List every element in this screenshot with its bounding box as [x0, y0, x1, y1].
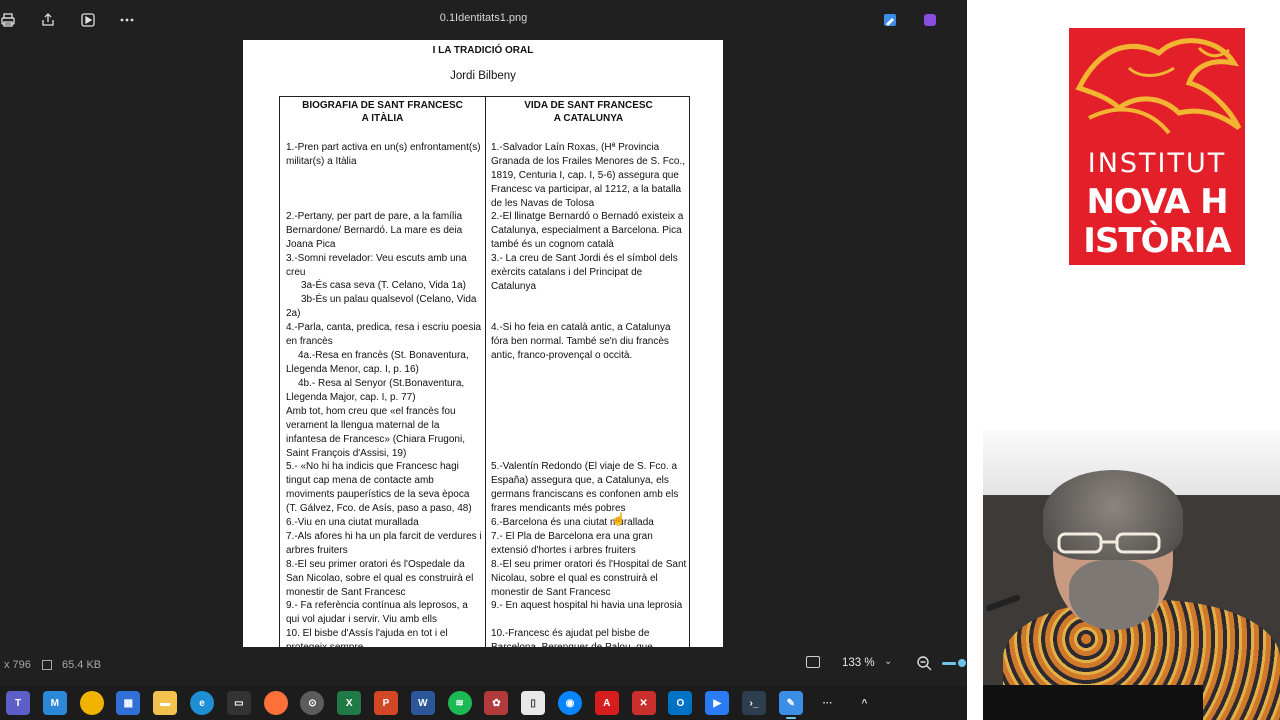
table-cell: 9.- En aquest hospital hi havia una lepr…	[491, 600, 683, 611]
teams-icon[interactable]: T	[6, 691, 30, 715]
column-header-italy-line2: A ITÀLIA	[361, 113, 404, 124]
table-cell: 5.- «No hi ha indicis que Francesc hagi …	[286, 461, 472, 514]
table-cell: 10. El bisbe d'Assís l'ajuda en tot i el…	[286, 628, 448, 647]
institut-nova-historia-logo: INSTITUT NOVA H ISTÒRIA	[1069, 28, 1245, 265]
word-icon[interactable]: W	[410, 691, 435, 715]
table-cell: 3.- La creu de Sant Jordi és el símbol d…	[491, 253, 678, 292]
presenter-beard	[1069, 560, 1159, 630]
logo-text-line1: INSTITUT	[1087, 148, 1227, 179]
pdf-icon[interactable]: ✕	[631, 691, 656, 715]
table-cell: 4.-Parla, canta, predica, resa i escriu …	[286, 322, 482, 347]
table-cell: 10.-Francesc és ajudat pel bisbe de Barc…	[491, 628, 653, 647]
more-apps-icon[interactable]: ···	[815, 691, 840, 715]
table-cell: 7.- El Pla de Barcelona era una gran ext…	[491, 531, 653, 556]
edit-image-icon[interactable]	[880, 10, 900, 30]
table-cell: 6.-Viu en una ciutat murallada	[286, 517, 419, 528]
column-header-italy: BIOGRAFIA DE SANT FRANCESC A ITÀLIA	[280, 99, 485, 125]
table-cell: 4.-Si ho feia en català antic, a Catalun…	[491, 322, 671, 361]
table-cell: 5.-Valentín Redondo (El viaje de S. Fco.…	[491, 461, 679, 514]
logo-text-line2: NOVA H	[1086, 182, 1228, 222]
table-cell: Amb tot, hom creu que «el francès fou ve…	[286, 406, 465, 459]
presenter-panel: INSTITUT NOVA H ISTÒRIA	[967, 0, 1280, 720]
table-cell: 1.-Salvador Laín Roxas, (Hª Provincia Gr…	[491, 142, 685, 209]
outlook-icon[interactable]: O	[668, 691, 693, 715]
taskbar: T M ▦ ▬ e ▭ ⊙ X P W ≋ ✿ ▯ ◉ A ✕ O ▶ ›_ ✎ ··· ^	[0, 686, 967, 720]
status-bar: x 796 65.4 KB	[0, 650, 967, 678]
document-image: I LA TRADICIÓ ORAL Jordi Bilbeny BIOGRAF…	[243, 40, 723, 647]
file-size: 65.4 KB	[62, 659, 102, 671]
laptop	[983, 685, 1203, 720]
column-header-italy-line1: BIOGRAFIA DE SANT FRANCESC	[302, 100, 463, 111]
table-cell: 2.-Pertany, per part de pare, a la famíl…	[286, 211, 463, 250]
zoom-level[interactable]: 133 %	[842, 657, 875, 669]
tray-chevron-icon[interactable]: ^	[852, 691, 877, 715]
notepad-icon[interactable]: ▯	[521, 691, 546, 715]
spotify-icon[interactable]: ≋	[447, 691, 472, 715]
zoom-out-icon[interactable]	[916, 655, 932, 671]
tool-icon[interactable]: ✿	[484, 691, 509, 715]
files-icon[interactable]: ▬	[153, 691, 178, 715]
vpn-icon[interactable]: ⊙	[300, 691, 325, 715]
clipchamp-icon[interactable]	[920, 10, 940, 30]
powershell-icon[interactable]: ›_	[742, 691, 766, 715]
column-header-catalonia-line2: A CATALUNYA	[553, 113, 624, 124]
table-cell: 2.-El llinatge Bernardó o Bernadó existe…	[491, 211, 684, 250]
image-viewer-window: 0.1Identitats1.png I LA TRADICIÓ ORAL Jo…	[0, 0, 968, 686]
firefox-icon[interactable]	[263, 691, 288, 715]
terminal-icon[interactable]: ▭	[226, 691, 251, 715]
acrobat-icon[interactable]: A	[594, 691, 619, 715]
column-header-catalonia: VIDA DE SANT FRANCESC A CATALUNYA	[486, 99, 691, 125]
table-cell: 8.-El seu primer oratori és l'Ospedale d…	[286, 559, 474, 598]
powerpoint-icon[interactable]: P	[374, 691, 398, 715]
comparison-table: BIOGRAFIA DE SANT FRANCESC A ITÀLIA VIDA…	[279, 96, 690, 647]
app-icon[interactable]: ◉	[558, 691, 582, 715]
table-cell: 3a-És casa seva (T. Celano, Vida 1a)	[301, 280, 466, 291]
fit-to-window-icon[interactable]	[806, 656, 820, 668]
edge-icon[interactable]: e	[190, 691, 214, 715]
table-cell: 3b-És un palau qualsevol (Celano, Vida 2…	[286, 294, 477, 319]
document-heading: I LA TRADICIÓ ORAL	[432, 45, 534, 56]
chevron-down-icon[interactable]: ⌄	[884, 656, 892, 667]
table-cell: 9.- Fa referència contínua als leprosos,…	[286, 600, 468, 625]
column-divider	[485, 97, 486, 647]
play-icon[interactable]: ▶	[705, 691, 730, 715]
table-cell: 3.-Somni revelador: Veu escuts amb una c…	[286, 253, 467, 278]
column-header-catalonia-line1: VIDA DE SANT FRANCESC	[524, 100, 653, 111]
table-cell: 4a.-Resa en francès (St. Bonaventura, Ll…	[286, 350, 469, 375]
photos-icon[interactable]: ✎	[778, 691, 803, 719]
store-icon[interactable]: ▦	[116, 691, 141, 715]
table-cell: 7.-Als afores hi ha un pla farcit de ver…	[286, 531, 482, 556]
lion-emblem-icon	[1075, 38, 1242, 135]
image-dimensions: x 796	[4, 659, 31, 671]
table-cell: 4b.- Resa al Senyor (St.Bonaventura, Lle…	[286, 378, 465, 403]
toolbar: 0.1Identitats1.png	[0, 0, 967, 40]
table-cell: 6.-Barcelona és una ciutat murallada	[491, 517, 654, 528]
chrome-icon[interactable]	[79, 691, 104, 715]
table-cell: 8.-El seu primer oratori és l'Hospital d…	[491, 559, 687, 598]
document-author: Jordi Bilbeny	[450, 70, 516, 82]
window-title: 0.1Identitats1.png	[439, 12, 528, 24]
excel-icon[interactable]: X	[337, 691, 362, 715]
table-cell: 1.-Pren part activa en un(s) enfrontamen…	[286, 142, 481, 167]
disk-icon	[42, 660, 52, 670]
myapp-icon[interactable]: M	[42, 691, 67, 715]
webcam-feed	[983, 430, 1280, 720]
logo-text-line3: ISTÒRIA	[1083, 221, 1231, 261]
hand-cursor-icon: ☝	[611, 512, 626, 526]
glasses-icon	[1057, 532, 1161, 554]
